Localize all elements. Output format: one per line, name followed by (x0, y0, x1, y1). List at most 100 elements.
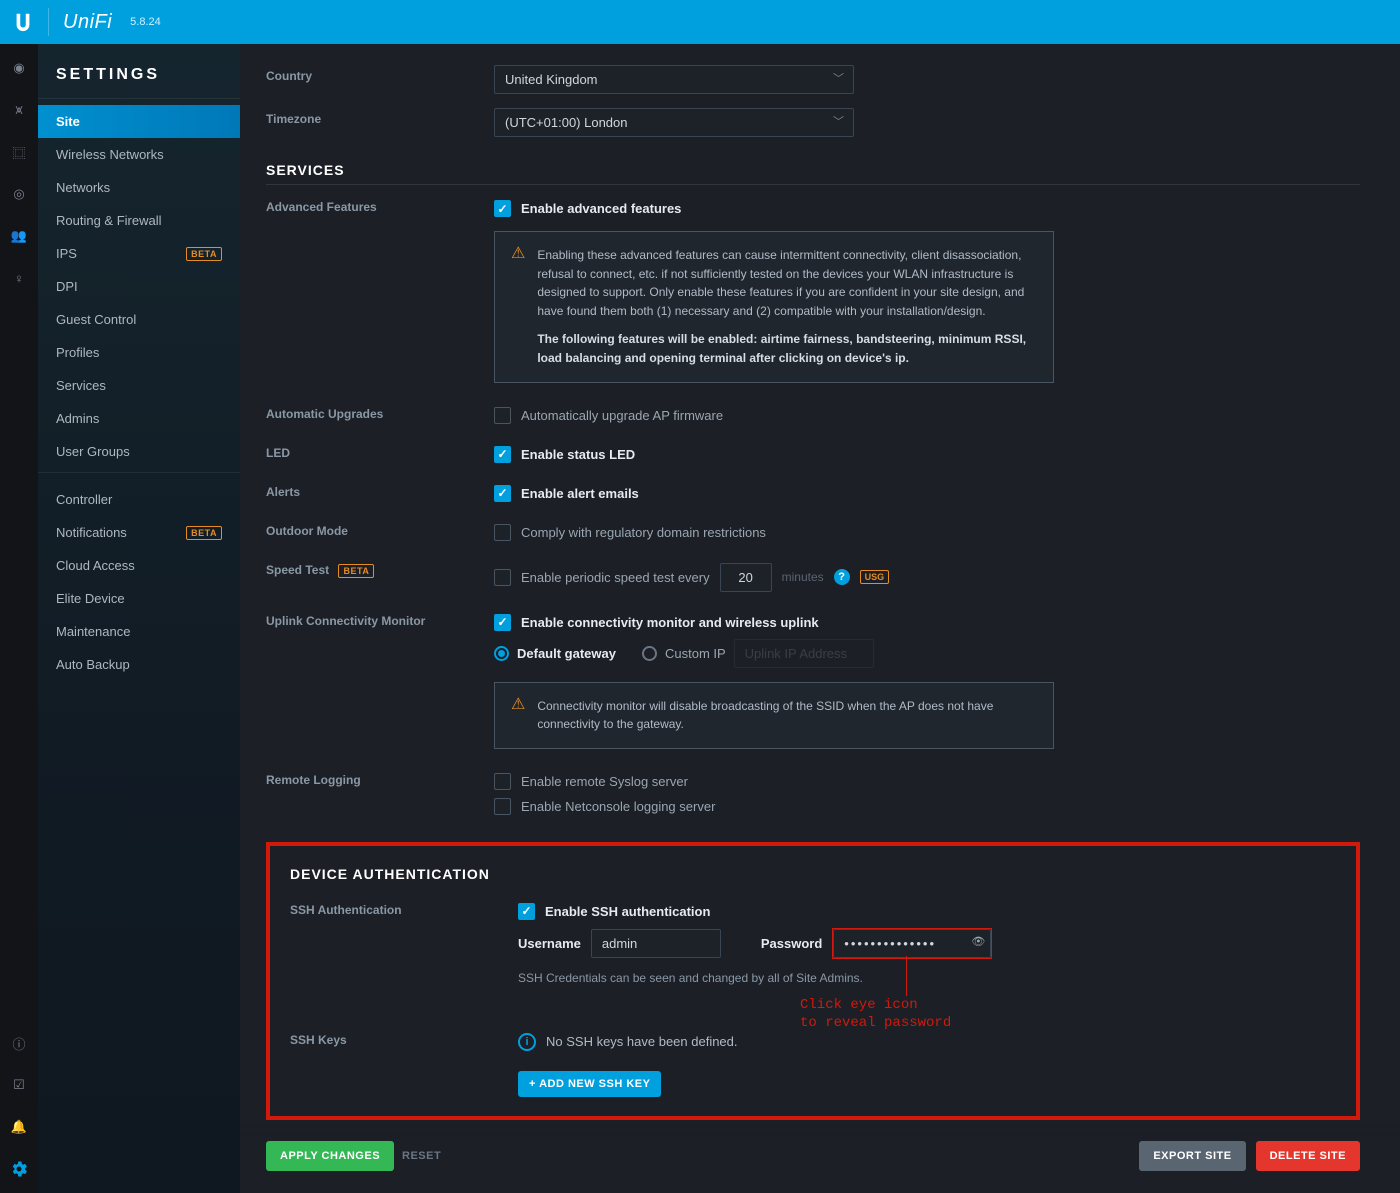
beta-badge: BETA (186, 526, 222, 540)
warning-icon: ⚠ (511, 246, 525, 368)
nav-wireless[interactable]: Wireless Networks (38, 138, 240, 171)
dashboard-icon[interactable]: ◉ (9, 58, 29, 78)
sidebar: SETTINGS Site Wireless Networks Networks… (38, 44, 240, 1193)
nav-group-2: Controller NotificationsBETA Cloud Acces… (38, 477, 240, 681)
events-icon[interactable]: ⓘ (9, 1033, 29, 1053)
remote-netconsole-label: Enable Netconsole logging server (521, 799, 715, 814)
auto-upgrade-chk-label: Automatically upgrade AP firmware (521, 408, 723, 423)
annotation-line1: Click eye icon (800, 996, 951, 1014)
ssh-auth-label: SSH Authentication (290, 899, 518, 917)
ssh-user-label: Username (518, 936, 581, 951)
country-select[interactable]: United Kingdom (494, 65, 854, 94)
devices-icon[interactable]: ◎ (9, 184, 29, 204)
alerts-chk[interactable] (494, 485, 511, 502)
ssh-keys-label: SSH Keys (290, 1029, 518, 1047)
ssh-keys-none: No SSH keys have been defined. (546, 1034, 738, 1049)
advanced-warn-text-1: Enabling these advanced features can cau… (537, 246, 1037, 320)
content: Country United Kingdom Timezone (UTC+01:… (240, 44, 1400, 1193)
auto-upgrade-chk[interactable] (494, 407, 511, 424)
ssh-note: SSH Credentials can be seen and changed … (518, 971, 1336, 985)
ssh-enable-chk[interactable] (518, 903, 535, 920)
ubiquiti-logo-icon (12, 11, 34, 33)
uplink-radio-default[interactable] (494, 646, 509, 661)
nav-site[interactable]: Site (38, 105, 240, 138)
apply-button[interactable]: APPLY CHANGES (266, 1141, 394, 1171)
alerts-chk-label: Enable alert emails (521, 486, 639, 501)
nav-cloud[interactable]: Cloud Access (38, 549, 240, 582)
uplink-radio-custom[interactable] (642, 646, 657, 661)
timezone-select[interactable]: (UTC+01:00) London (494, 108, 854, 137)
eye-icon[interactable]: 👁 (971, 935, 985, 948)
remote-syslog-chk[interactable] (494, 773, 511, 790)
speed-chk[interactable] (494, 569, 511, 586)
speed-unit: minutes (782, 570, 824, 584)
settings-icon[interactable] (9, 1159, 29, 1179)
ssh-password-input[interactable] (833, 929, 991, 958)
nav-guest[interactable]: Guest Control (38, 303, 240, 336)
services-heading: SERVICES (266, 162, 1360, 185)
nav-admins[interactable]: Admins (38, 402, 240, 435)
nav-ips[interactable]: IPSBETA (38, 237, 240, 270)
ssh-username-input[interactable] (591, 929, 721, 958)
advanced-warn-text-2: The following features will be enabled: … (537, 332, 1026, 365)
warning-icon: ⚠ (511, 697, 525, 734)
map-icon[interactable]: ⿴ (9, 142, 29, 162)
outdoor-chk-label: Comply with regulatory domain restrictio… (521, 525, 766, 540)
outdoor-label: Outdoor Mode (266, 520, 494, 538)
led-label: LED (266, 442, 494, 460)
speed-interval-input[interactable] (720, 563, 772, 592)
nav-maintenance[interactable]: Maintenance (38, 615, 240, 648)
country-label: Country (266, 65, 494, 83)
beta-badge: BETA (186, 247, 222, 261)
beta-badge: BETA (338, 564, 374, 578)
ssh-enable-label: Enable SSH authentication (545, 904, 710, 919)
insights-icon[interactable]: ♀ (9, 268, 29, 288)
uplink-opt2: Custom IP (665, 646, 726, 661)
speed-chk-label: Enable periodic speed test every (521, 570, 710, 585)
reset-button[interactable]: RESET (394, 1141, 449, 1171)
alerts-icon[interactable]: ☑ (9, 1075, 29, 1095)
top-bar: UniFi 5.8.24 (0, 0, 1400, 44)
divider (48, 8, 49, 36)
delete-site-button[interactable]: DELETE SITE (1256, 1141, 1360, 1171)
advanced-chk[interactable] (494, 200, 511, 217)
uplink-label: Uplink Connectivity Monitor (266, 610, 494, 628)
nav-group-1: Site Wireless Networks Networks Routing … (38, 99, 240, 468)
statistics-icon[interactable]: ⩙ (9, 100, 29, 120)
usg-badge: USG (860, 570, 890, 584)
ssh-pw-label: Password (761, 936, 822, 951)
export-site-button[interactable]: EXPORT SITE (1139, 1141, 1245, 1171)
notify-icon[interactable]: 🔔 (9, 1117, 29, 1137)
nav-services[interactable]: Services (38, 369, 240, 402)
nav-profiles[interactable]: Profiles (38, 336, 240, 369)
alerts-label: Alerts (266, 481, 494, 499)
outdoor-chk[interactable] (494, 524, 511, 541)
auto-upgrades-label: Automatic Upgrades (266, 403, 494, 421)
nav-elite[interactable]: Elite Device (38, 582, 240, 615)
remote-syslog-label: Enable remote Syslog server (521, 774, 688, 789)
uplink-warn-text: Connectivity monitor will disable broadc… (537, 697, 1037, 734)
info-icon: i (518, 1033, 536, 1051)
device-auth-annotation-box: DEVICE AUTHENTICATION SSH Authentication… (266, 842, 1360, 1120)
devauth-heading: DEVICE AUTHENTICATION (290, 866, 1336, 888)
clients-icon[interactable]: 👥 (9, 226, 29, 246)
nav-controller[interactable]: Controller (38, 483, 240, 516)
nav-divider (38, 472, 240, 473)
uplink-warning: ⚠ Connectivity monitor will disable broa… (494, 682, 1054, 749)
footer-bar: APPLY CHANGES RESET EXPORT SITE DELETE S… (240, 1125, 1400, 1193)
nav-notifications[interactable]: NotificationsBETA (38, 516, 240, 549)
uplink-chk[interactable] (494, 614, 511, 631)
nav-dpi[interactable]: DPI (38, 270, 240, 303)
help-icon[interactable]: ? (834, 569, 850, 585)
uplink-ip-input[interactable] (734, 639, 874, 668)
nav-routing[interactable]: Routing & Firewall (38, 204, 240, 237)
nav-usergroups[interactable]: User Groups (38, 435, 240, 468)
speed-label: Speed Test BETA (266, 559, 494, 577)
led-chk-label: Enable status LED (521, 447, 635, 462)
nav-networks[interactable]: Networks (38, 171, 240, 204)
led-chk[interactable] (494, 446, 511, 463)
add-ssh-key-button[interactable]: + ADD NEW SSH KEY (518, 1071, 661, 1097)
remote-logging-label: Remote Logging (266, 769, 494, 787)
nav-backup[interactable]: Auto Backup (38, 648, 240, 681)
remote-netconsole-chk[interactable] (494, 798, 511, 815)
